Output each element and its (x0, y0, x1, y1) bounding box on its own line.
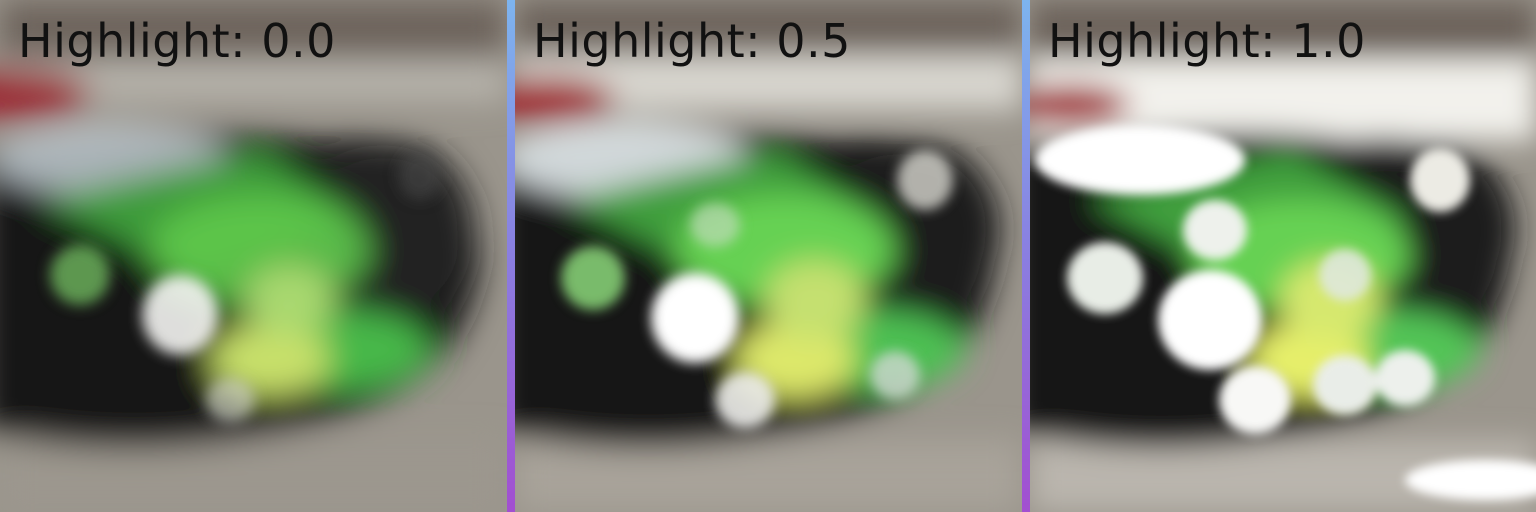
comparison-strip: Highlight: 0.0 Highlight: 0.5 Highlight:… (0, 0, 1536, 512)
highlight-label: Highlight: 0.5 (533, 14, 851, 68)
highlight-label: Highlight: 1.0 (1048, 14, 1366, 68)
panel-highlight-0: Highlight: 0.0 (0, 0, 507, 512)
blurred-scene-image (0, 0, 507, 512)
highlight-label: Highlight: 0.0 (18, 14, 336, 68)
panel-divider (1022, 0, 1030, 512)
blurred-scene-image (515, 0, 1022, 512)
panel-divider (507, 0, 515, 512)
panel-highlight-0-5: Highlight: 0.5 (515, 0, 1022, 512)
panel-highlight-1: Highlight: 1.0 (1030, 0, 1536, 512)
blurred-scene-image (1030, 0, 1536, 512)
